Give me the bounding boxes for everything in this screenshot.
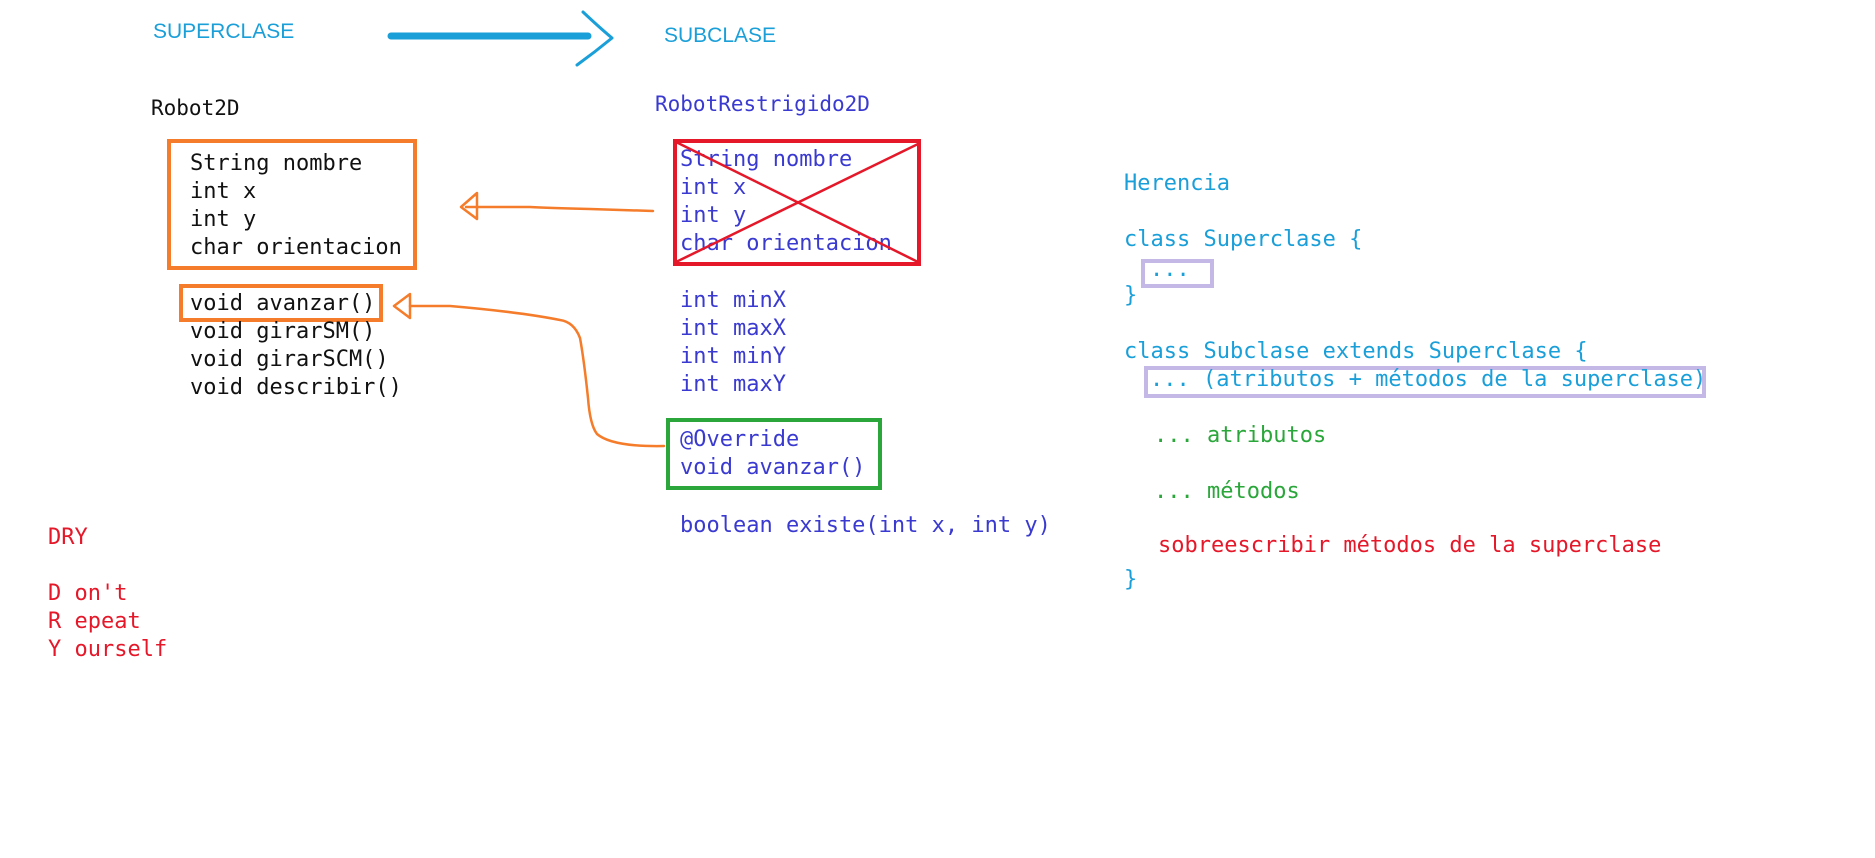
override-arrow-line — [408, 304, 666, 448]
override-arrow-head — [392, 292, 412, 320]
attributes-arrow-line — [464, 205, 655, 213]
annotation-strokes — [387, 10, 919, 448]
